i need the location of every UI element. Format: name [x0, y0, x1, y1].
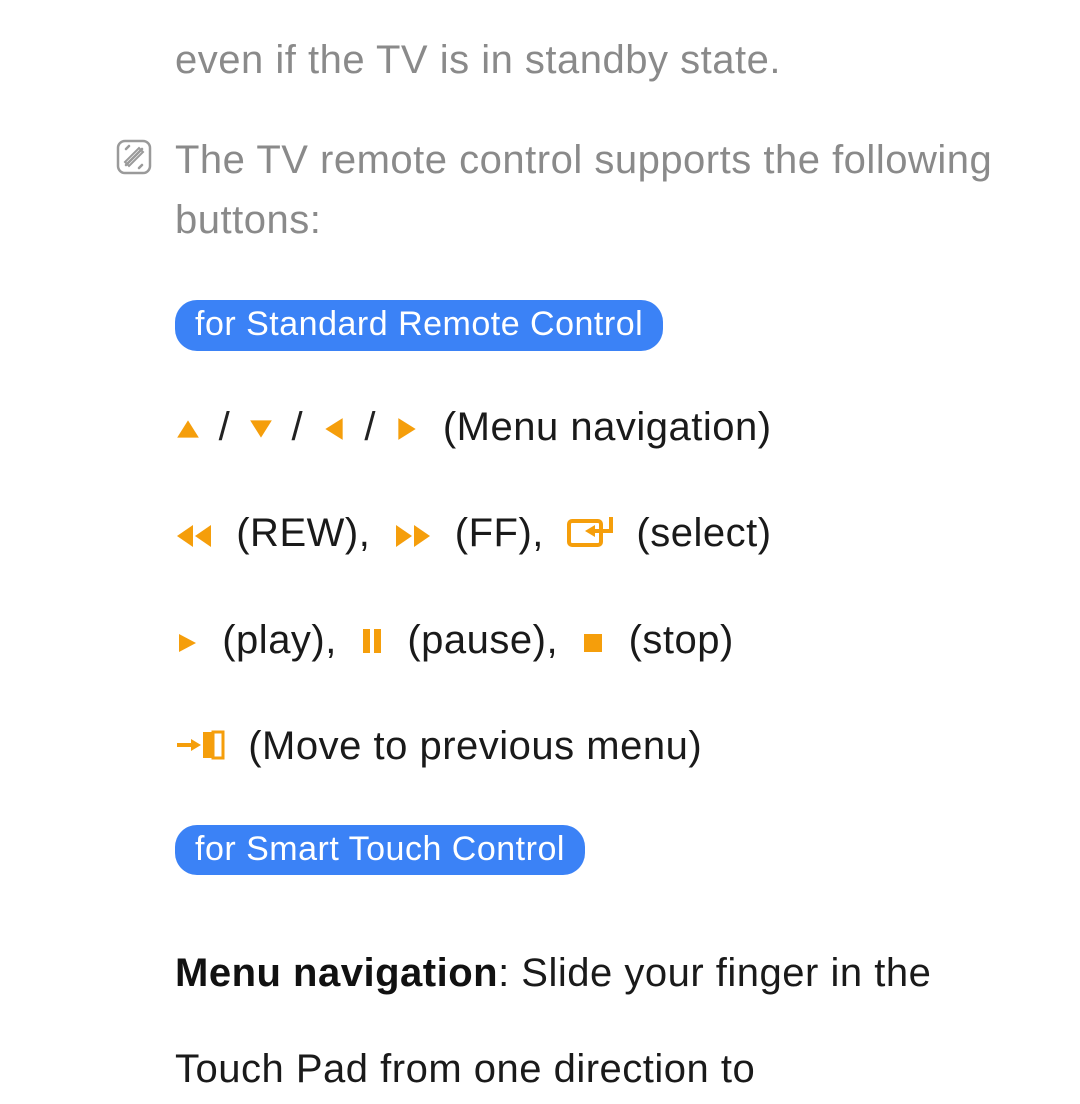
note-icon [115, 138, 153, 181]
rewind-icon [175, 508, 213, 564]
return-icon [175, 721, 225, 777]
pause-label: (pause), [407, 618, 558, 662]
prev-menu-label: (Move to previous menu) [248, 724, 702, 768]
stop-icon [581, 614, 605, 670]
return-row: (Move to previous menu) [175, 718, 1040, 776]
arrow-up-icon [175, 401, 201, 457]
content-block: even if the TV is in standby state. The … [110, 30, 1040, 1104]
arrow-right-icon [394, 401, 420, 457]
arrow-left-icon [321, 401, 347, 457]
note-row: The TV remote control supports the follo… [175, 130, 1040, 250]
fast-forward-icon [394, 508, 432, 564]
select-label: (select) [636, 511, 771, 555]
touch-bold-label: Menu navigation [175, 951, 498, 995]
play-label: (play), [222, 618, 337, 662]
section-pill-standard: for Standard Remote Control [175, 300, 663, 351]
partial-sentence-top: even if the TV is in standby state. [175, 30, 1040, 90]
nav-row: / / / (Menu navigation) [175, 399, 1040, 457]
rew-label: (REW), [236, 511, 370, 555]
transport-row-2: (play), (pause), (stop) [175, 612, 1040, 670]
pause-icon [360, 614, 384, 670]
manual-page: even if the TV is in standby state. The … [0, 0, 1080, 1104]
touch-paragraph: Menu navigation: Slide your finger in th… [175, 925, 1040, 1104]
play-icon [175, 614, 199, 670]
smart-touch-section: for Smart Touch Control Menu navigation:… [175, 825, 1040, 1104]
standard-remote-section: for Standard Remote Control / / / (Menu … [175, 300, 1040, 777]
ff-label: (FF), [455, 511, 544, 555]
note-text: The TV remote control supports the follo… [175, 130, 1040, 250]
separator: / [292, 405, 304, 449]
separator: / [219, 405, 231, 449]
section-pill-touch: for Smart Touch Control [175, 825, 585, 876]
stop-label: (stop) [629, 618, 734, 662]
arrow-down-icon [248, 401, 274, 457]
transport-row-1: (REW), (FF), (select) [175, 505, 1040, 563]
enter-select-icon [567, 508, 613, 564]
nav-label: (Menu navigation) [443, 405, 772, 449]
separator: / [364, 405, 376, 449]
